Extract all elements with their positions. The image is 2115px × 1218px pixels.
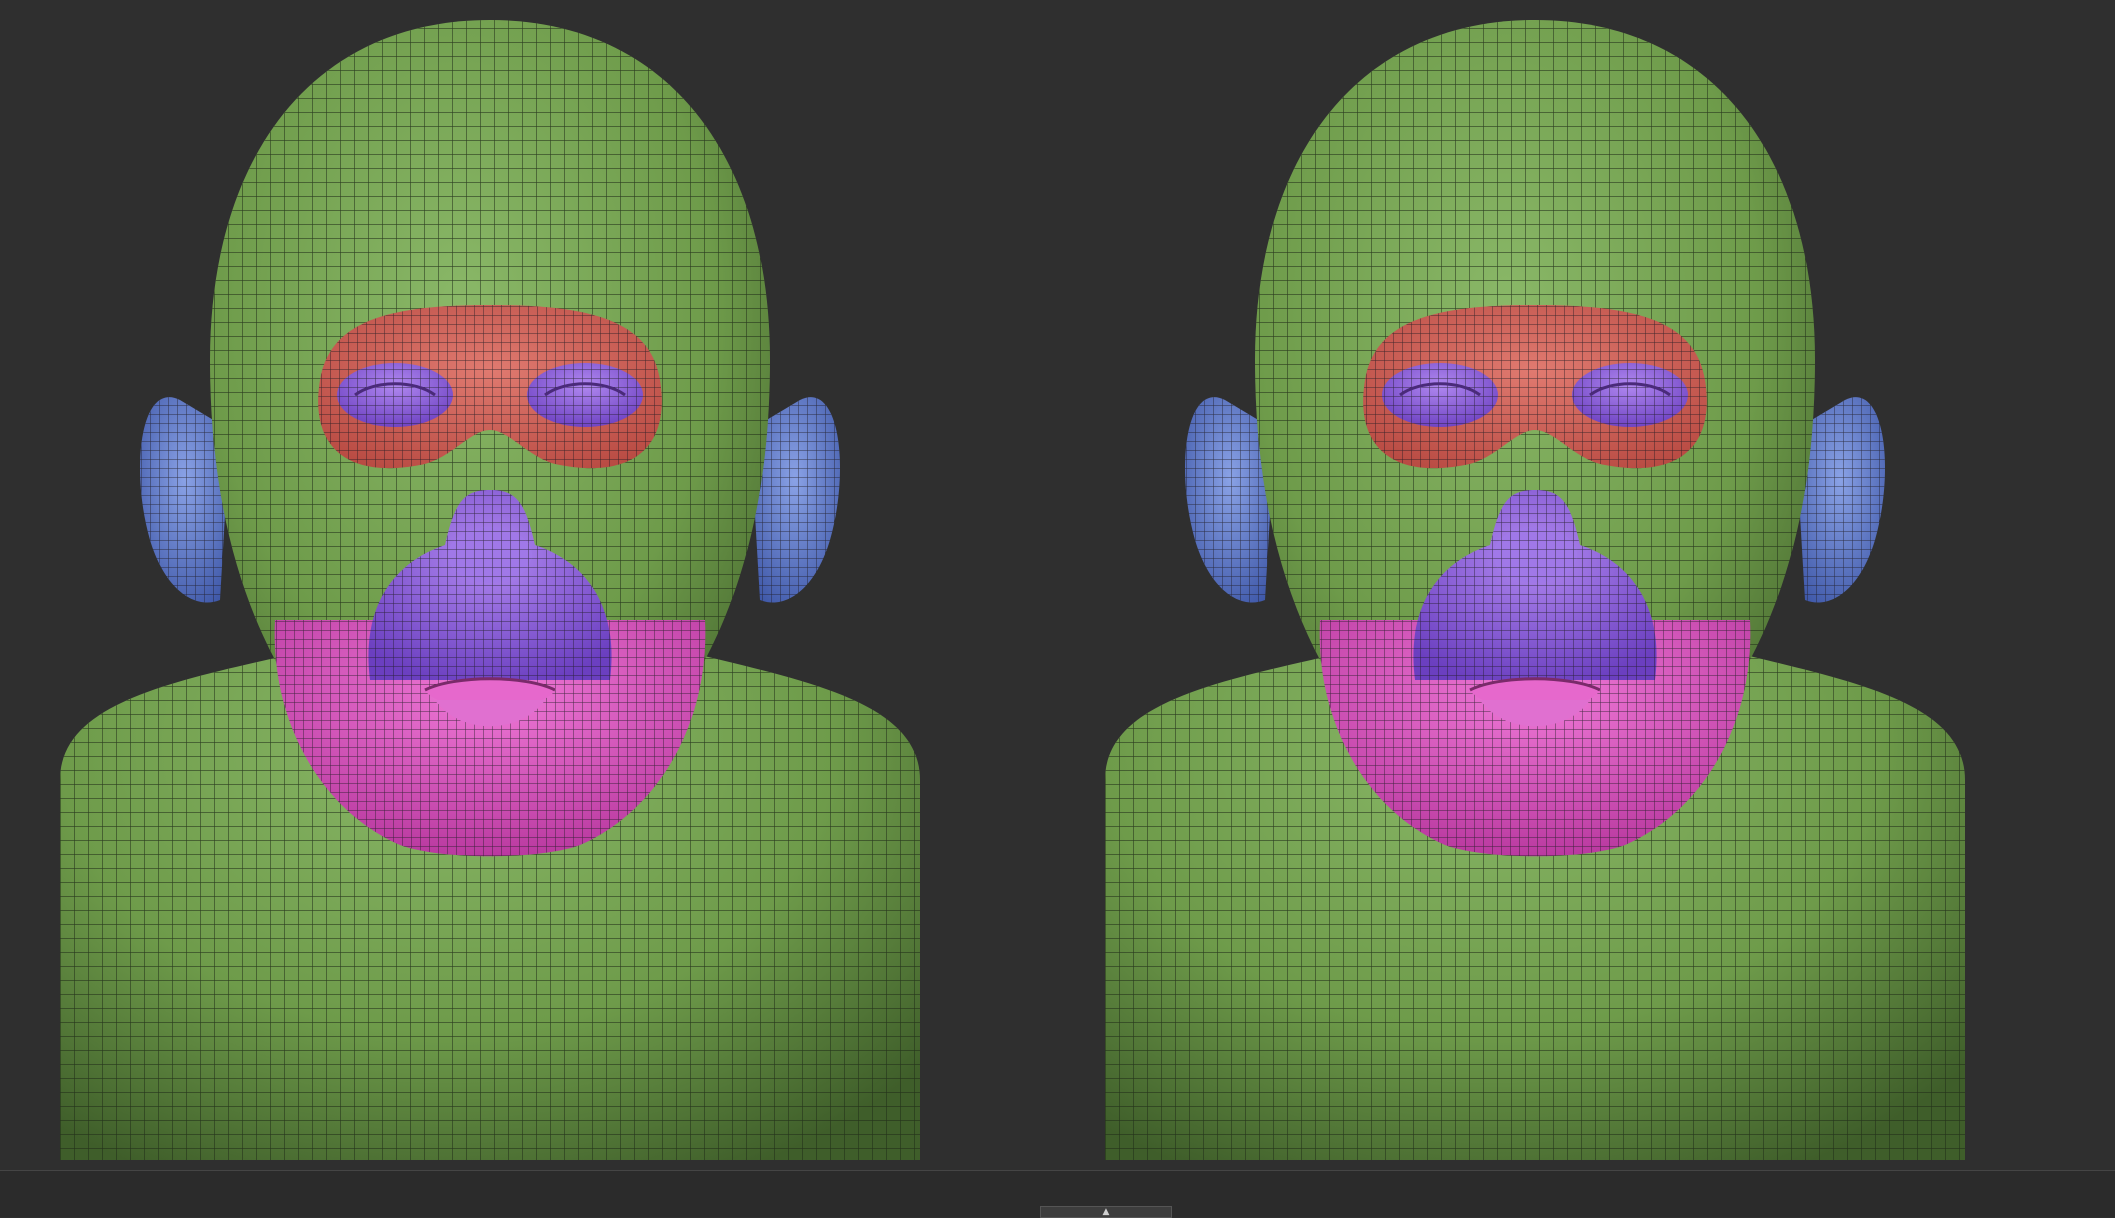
head-model-right[interactable] [1103,18,1967,1162]
viewport-canvas[interactable] [0,0,2115,1216]
head-model-left[interactable] [58,18,922,1162]
3d-viewport[interactable]: ▲ [0,0,2115,1218]
shelf-toggle-handle[interactable]: ▲ [1040,1206,1172,1218]
